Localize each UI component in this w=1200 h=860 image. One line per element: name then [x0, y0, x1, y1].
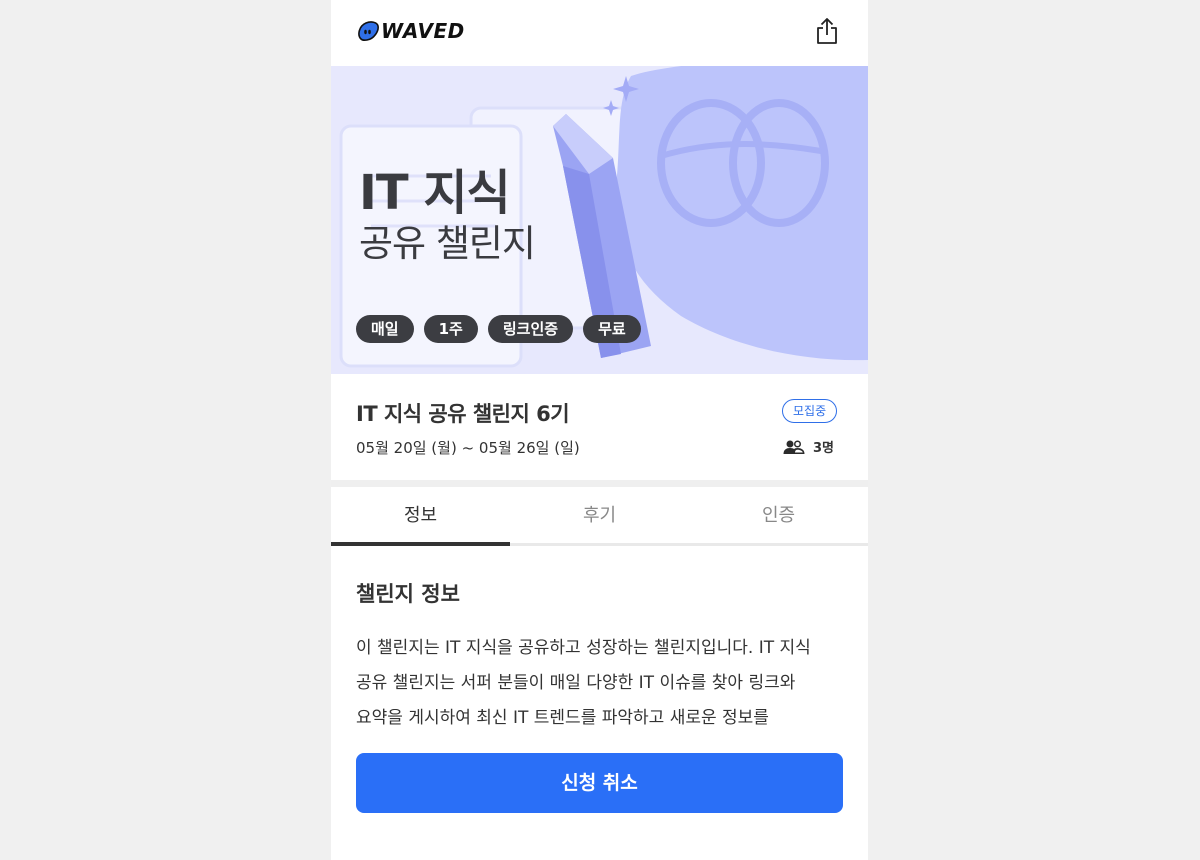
logo-text: WAVED	[381, 19, 465, 43]
logo[interactable]: WAVED	[357, 18, 465, 44]
section-divider	[331, 480, 868, 487]
tag-chips: 매일 1주 링크인증 무료	[356, 315, 641, 343]
people-icon	[783, 440, 805, 454]
chip-frequency: 매일	[356, 315, 414, 343]
chip-price: 무료	[583, 315, 641, 343]
active-tab-indicator	[331, 542, 510, 546]
app-screen: WAVED IT 지식 공유 챌린지 매일 1주 링크인증 무료 IT 지식 공…	[331, 0, 868, 860]
chip-duration: 1주	[423, 315, 478, 343]
member-count: 3명	[783, 437, 834, 456]
tab-verification[interactable]: 인증	[689, 487, 868, 543]
challenge-summary: IT 지식 공유 챌린지 6기 모집중 05월 20일 (월) ~ 05월 26…	[331, 374, 868, 480]
cancel-application-button[interactable]: 신청 취소	[356, 753, 843, 813]
tab-bar: 정보 후기 인증	[331, 487, 868, 546]
chip-verification: 링크인증	[487, 315, 574, 343]
status-badge: 모집중	[782, 399, 838, 423]
hero-title: IT 지식	[359, 165, 511, 221]
tab-info[interactable]: 정보	[331, 487, 510, 543]
challenge-description: 이 챌린지는 IT 지식을 공유하고 성장하는 챌린지입니다. IT 지식 공유…	[356, 638, 811, 728]
challenge-title: IT 지식 공유 챌린지 6기	[356, 402, 570, 426]
hero-banner: IT 지식 공유 챌린지 매일 1주 링크인증 무료	[331, 66, 868, 374]
hero-subtitle: 공유 챌린지	[359, 222, 536, 265]
logo-drop-icon	[358, 21, 379, 41]
challenge-dates: 05월 20일 (월) ~ 05월 26일 (일)	[356, 439, 580, 457]
share-icon[interactable]	[815, 17, 839, 45]
section-title: 챌린지 정보	[356, 582, 460, 606]
top-bar: WAVED	[331, 0, 868, 66]
member-count-label: 3명	[813, 441, 835, 456]
tab-reviews[interactable]: 후기	[510, 487, 689, 543]
